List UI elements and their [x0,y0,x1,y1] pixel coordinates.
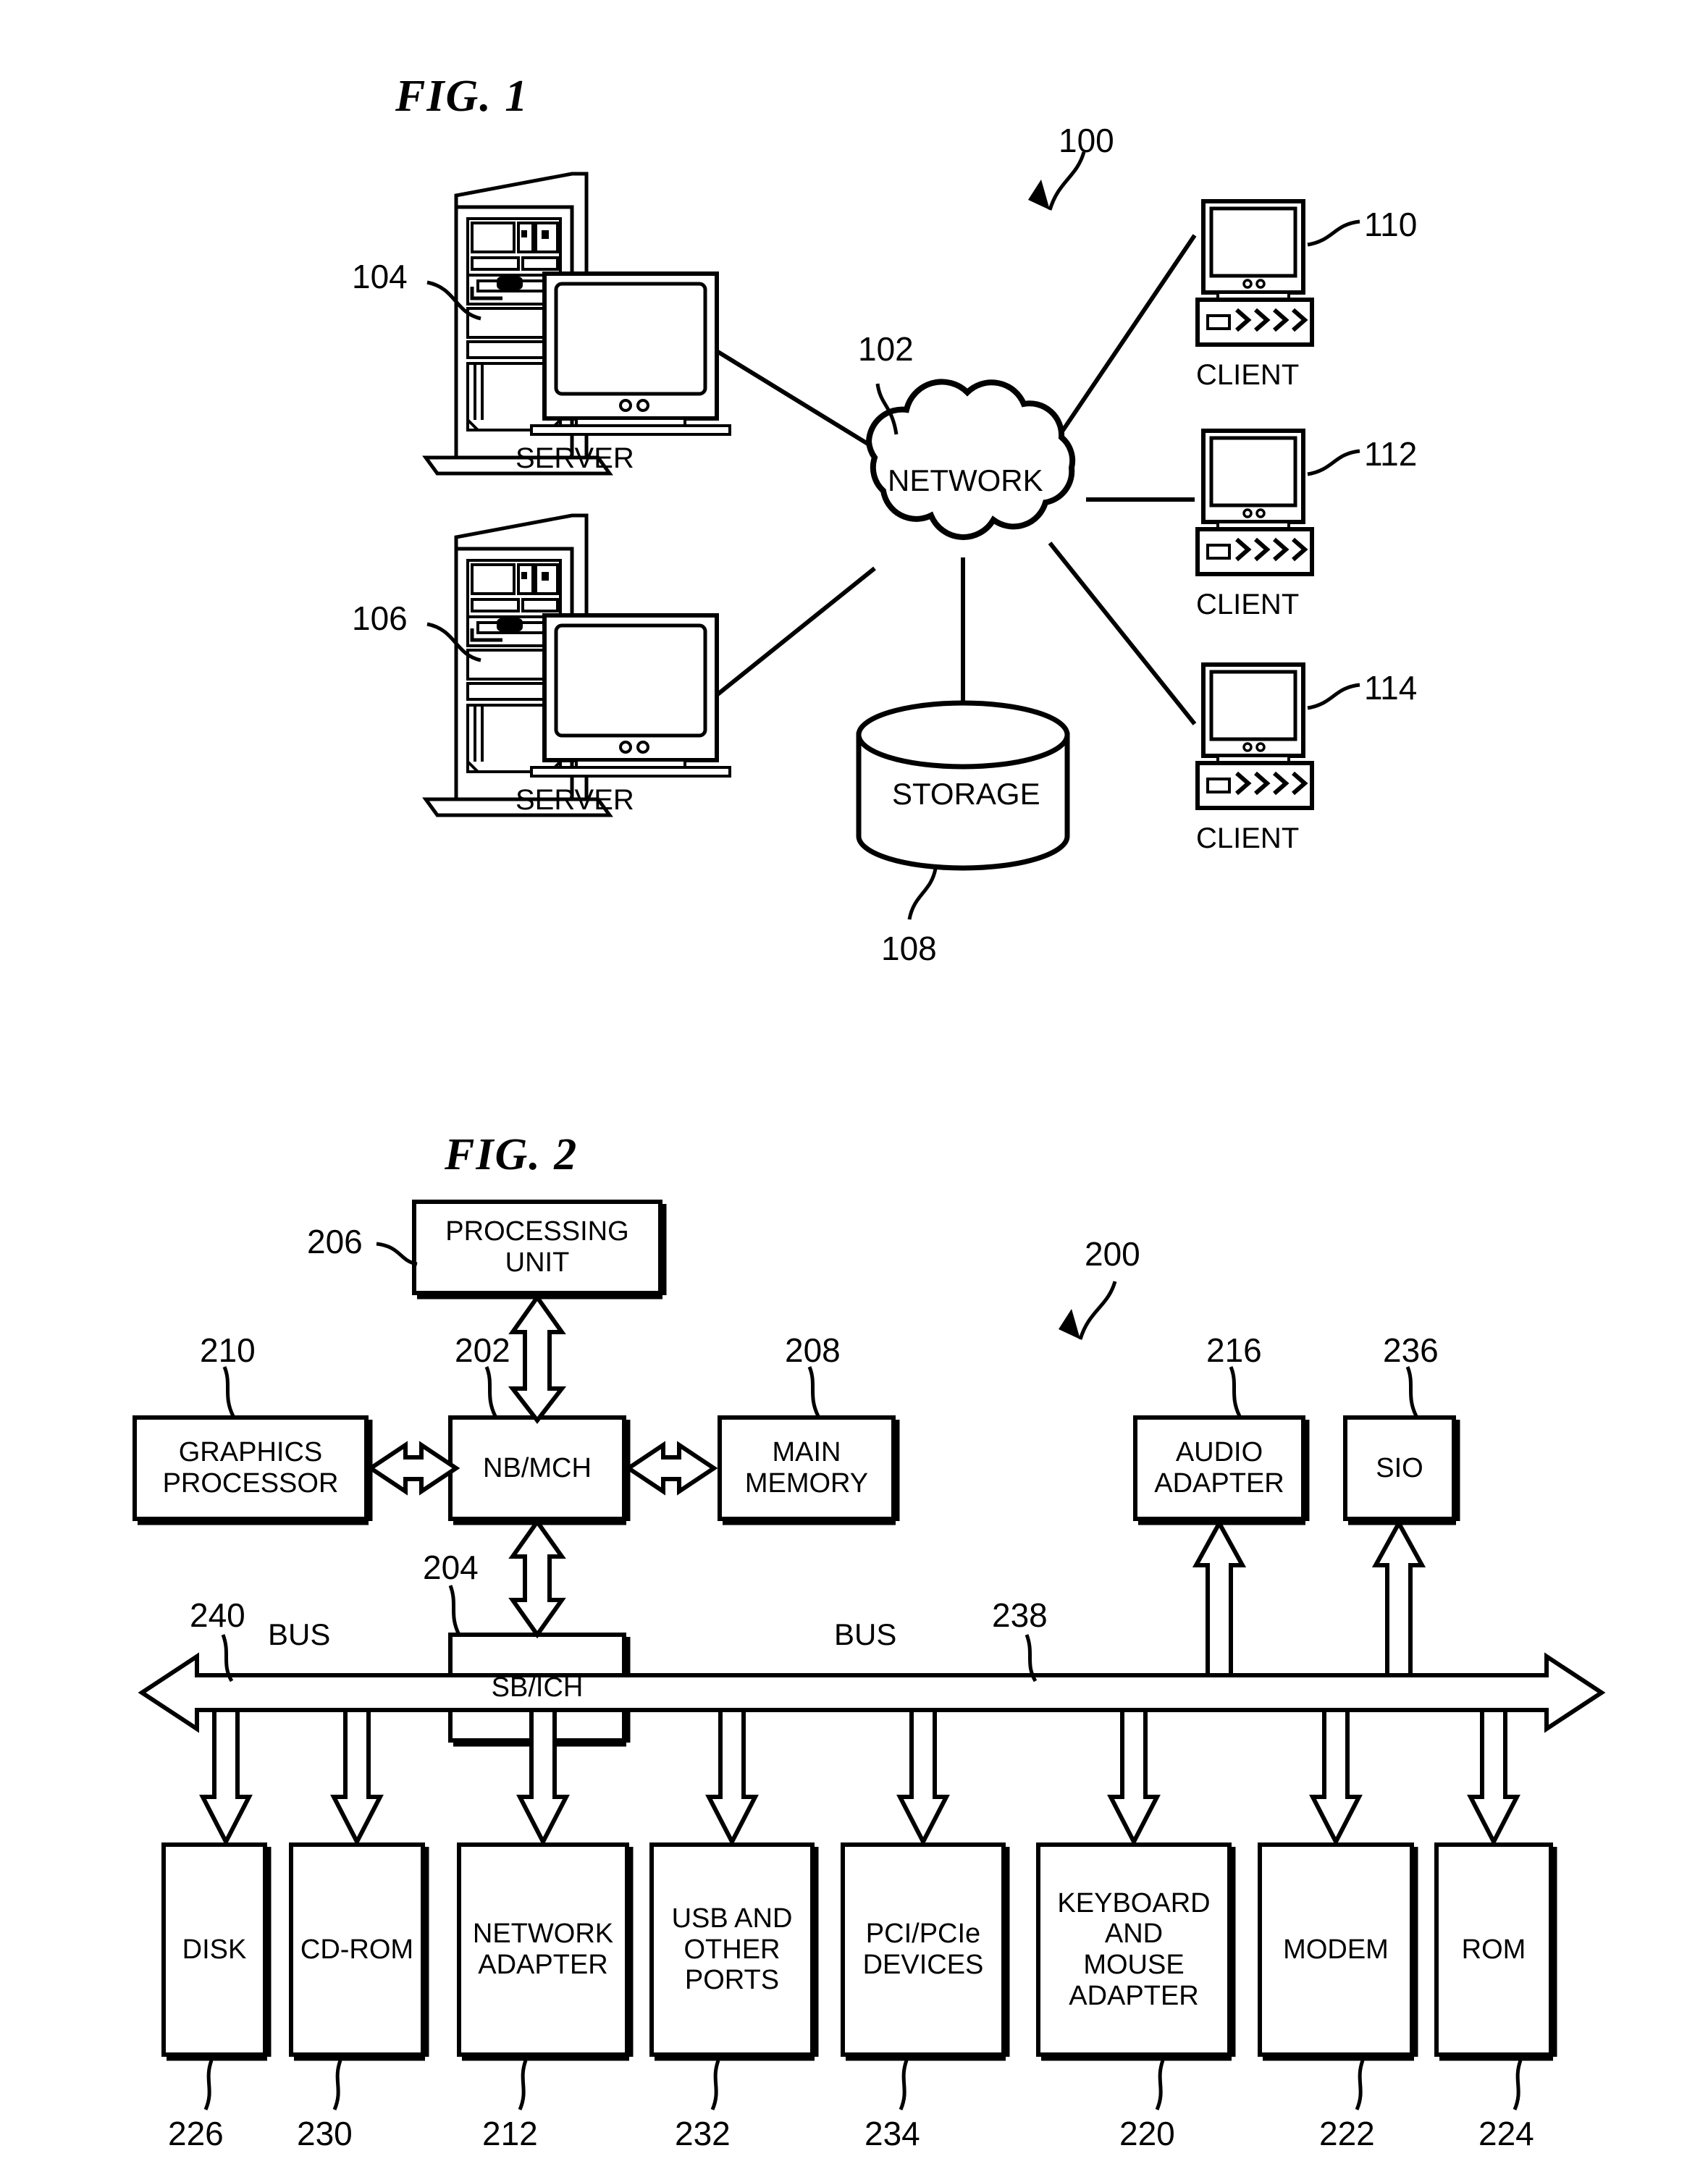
leader-110 [1307,219,1360,247]
leader-114 [1307,683,1360,710]
processing-unit-box-label: PROCESSING UNIT [445,1216,629,1278]
sbich-box-label: SB/ICH [491,1672,584,1703]
ref-208: 208 [785,1331,841,1369]
pci-devices-box-label: PCI/PCIe DEVICES [862,1919,984,1980]
network-label: NETWORK [888,463,1043,497]
link-network-client114 [1048,542,1197,725]
ref-arrow-200 [1059,1281,1117,1340]
usb-ports-box-label: USB AND OTHER PORTS [671,1903,793,1996]
arrow-bus-audio [1192,1518,1247,1677]
ref-202: 202 [455,1331,510,1369]
client-110-label: CLIENT [1196,359,1300,391]
bus-left-label: BUS [268,1617,331,1651]
ref-238: 238 [992,1596,1048,1634]
ref-108: 108 [881,930,937,967]
ref-216: 216 [1206,1331,1262,1369]
arrow-pu-nbmch [508,1293,567,1424]
drawing-canvas [132,151,1606,2110]
fig1-system-ref: 100 [1059,122,1114,159]
ref-226: 226 [168,2115,224,2152]
leader-112 [1307,449,1360,476]
ref-102: 102 [858,330,914,368]
ref-234: 234 [864,2115,920,2152]
bus-right-label: BUS [834,1617,897,1651]
leader-108 [907,868,938,920]
audio-adapter-box-label: AUDIO ADAPTER [1154,1437,1284,1499]
disk-box-label: DISK [182,1934,247,1965]
link-network-client110 [1043,234,1197,458]
server-106-label: SERVER [516,784,634,816]
patent-drawing-sheet: FIG. 1 100 104 SERVER 106 SERVER 102 NET… [0,0,1708,2169]
fig2-title: FIG. 2 [445,1130,579,1179]
ref-212: 212 [482,2115,538,2152]
ref-222: 222 [1319,2115,1375,2152]
ref-204: 204 [423,1549,479,1586]
ref-110: 110 [1364,206,1418,243]
ref-230: 230 [297,2115,353,2152]
storage-label: STORAGE [892,777,1040,811]
arrow-nbmch-sbich [508,1517,566,1639]
modem-box-label: MODEM [1283,1934,1389,1965]
ref-210: 210 [200,1331,256,1369]
fig1-title: FIG. 1 [395,72,529,121]
keyboard-mouse-box-label: KEYBOARD AND MOUSE ADAPTER [1057,1887,1211,2011]
ref-104: 104 [352,258,408,295]
link-server106-network [715,566,876,697]
ref-232: 232 [675,2115,731,2152]
network-cloud [865,379,1076,540]
server-monitor-106 [531,615,730,776]
cdrom-box-label: CD-ROM [300,1934,414,1965]
fig2-system-ref: 200 [1085,1235,1140,1273]
link-server104-network [715,349,883,455]
ref-112: 112 [1364,435,1418,473]
arrow-nbmch-memory [624,1441,718,1496]
arrow-bus-sio [1371,1518,1426,1677]
server-monitor-104 [531,274,730,434]
ref-236: 236 [1383,1331,1439,1369]
server-104-label: SERVER [516,442,634,474]
rom-box-label: ROM [1461,1934,1526,1965]
ref-206: 206 [307,1223,363,1260]
client-112-label: CLIENT [1196,589,1300,620]
sio-box-label: SIO [1376,1452,1423,1483]
ref-114: 114 [1364,669,1418,707]
network-adapter-box-label: NETWORK ADAPTER [472,1919,614,1980]
graphics-processor-box-label: GRAPHICS PROCESSOR [162,1437,339,1499]
client-pc-112 [1198,431,1312,574]
ref-240: 240 [190,1596,245,1634]
client-pc-114 [1198,665,1312,808]
ref-106: 106 [352,599,408,637]
client-pc-110 [1198,201,1312,345]
arrow-graphics-nbmch [366,1441,460,1496]
ref-220: 220 [1119,2115,1175,2152]
nbmch-box-label: NB/MCH [483,1452,592,1483]
main-memory-box-label: MAIN MEMORY [744,1437,869,1499]
client-114-label: CLIENT [1196,822,1300,854]
bus-drop-arrows [199,1708,1520,1847]
ref-arrow-100 [1028,151,1086,211]
ref-224: 224 [1478,2115,1534,2152]
